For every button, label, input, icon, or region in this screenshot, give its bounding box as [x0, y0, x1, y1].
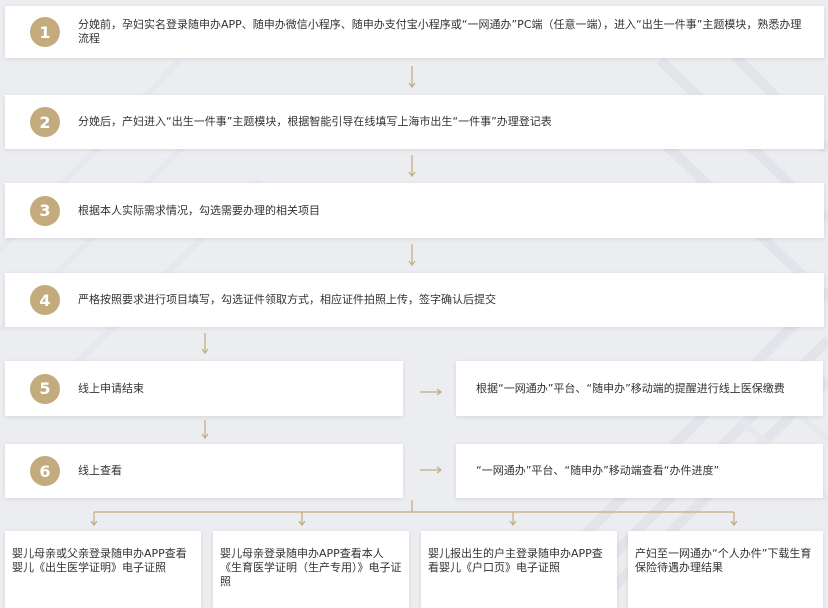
step-1-text: 分娩前，孕妇实名登录随申办APP、随申办微信小程序、随申办支付宝小程序或“一网通…: [78, 18, 802, 45]
step-6-number-badge: 6: [30, 456, 60, 486]
result-birth-certificate-text: 婴儿母亲或父亲登录随申办APP查看婴儿《出生医学证明》电子证照: [12, 547, 187, 574]
step-2-box: 2 分娩后，产妇进入“出生一件事”主题模块，根据智能引导在线填写上海市出生“一件…: [5, 95, 824, 149]
result-birth-certificate: 婴儿母亲或父亲登录随申办APP查看婴儿《出生医学证明》电子证照: [5, 531, 201, 608]
side-note-progress: “一网通办”平台、“随申办”移动端查看“办件进度”: [456, 444, 823, 498]
step-4-number-badge: 4: [30, 285, 60, 315]
step-5-box: 5 线上申请结束: [5, 361, 403, 416]
result-insurance-download: 产妇至一网通办“个人办件”下载生育保险待遇办理结果: [628, 531, 823, 608]
step-5-text: 线上申请结束: [78, 381, 144, 395]
side-note-progress-text: “一网通办”平台、“随申办”移动端查看“办件进度”: [476, 464, 720, 477]
step-2-number-badge: 2: [30, 107, 60, 137]
step-4-text: 严格按照要求进行项目填写，勾选证件领取方式，相应证件拍照上传，签字确认后提交: [78, 293, 496, 306]
result-maternity-certificate: 婴儿母亲登录随申办APP查看本人《生育医学证明（生产专用）》电子证照: [213, 531, 409, 608]
step-1-box: 1 分娩前，孕妇实名登录随申办APP、随申办微信小程序、随申办支付宝小程序或“一…: [5, 6, 824, 58]
step-3-number-badge: 3: [30, 195, 60, 226]
result-household-register: 婴儿报出生的户主登录随申办APP查看婴儿《户口页》电子证照: [421, 531, 617, 608]
step-5-number-badge: 5: [30, 373, 60, 404]
step-1-number-badge: 1: [30, 17, 60, 47]
step-3-text: 根据本人实际需求情况，勾选需要办理的相关项目: [78, 203, 320, 217]
step-3-box: 3 根据本人实际需求情况，勾选需要办理的相关项目: [5, 183, 824, 238]
side-note-payment-text: 根据“一网通办”平台、“随申办”移动端的提醒进行线上医保缴费: [476, 381, 785, 395]
result-household-register-text: 婴儿报出生的户主登录随申办APP查看婴儿《户口页》电子证照: [428, 547, 603, 574]
result-insurance-download-text: 产妇至一网通办“个人办件”下载生育保险待遇办理结果: [635, 547, 812, 574]
result-maternity-certificate-text: 婴儿母亲登录随申办APP查看本人《生育医学证明（生产专用）》电子证照: [220, 547, 402, 588]
side-note-payment: 根据“一网通办”平台、“随申办”移动端的提醒进行线上医保缴费: [456, 361, 823, 416]
step-6-text: 线上查看: [78, 464, 122, 477]
step-2-text: 分娩后，产妇进入“出生一件事”主题模块，根据智能引导在线填写上海市出生“一件事”…: [78, 115, 552, 128]
step-4-box: 4 严格按照要求进行项目填写，勾选证件领取方式，相应证件拍照上传，签字确认后提交: [5, 273, 824, 327]
step-6-box: 6 线上查看: [5, 444, 403, 498]
